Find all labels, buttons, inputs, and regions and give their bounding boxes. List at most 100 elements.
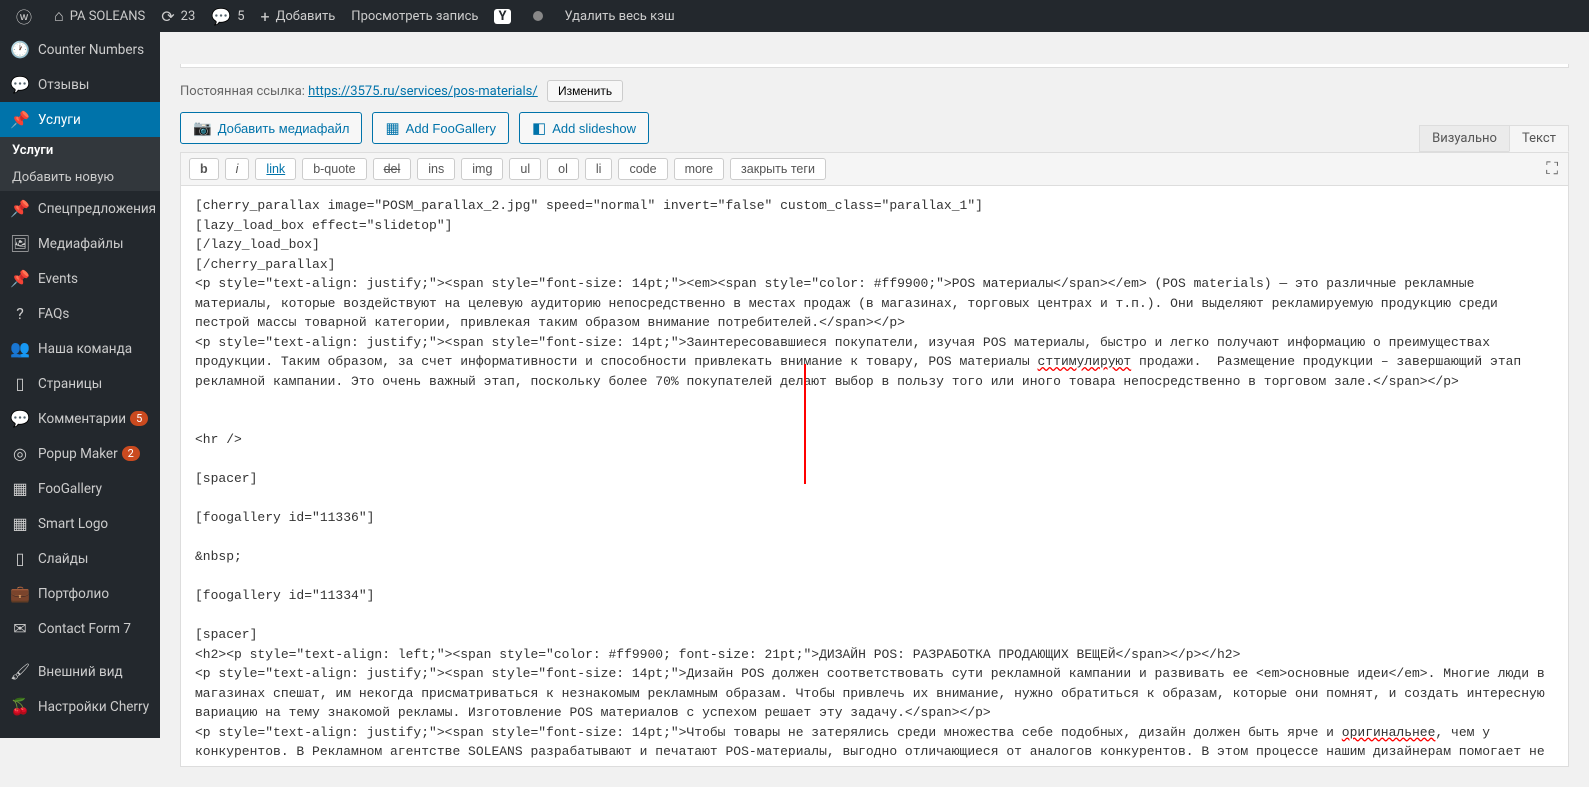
sidebar-label: Медиафайлы [38,236,123,252]
sidebar-label: Настройки Cherry [38,699,149,715]
sidebar-item-smartlogo[interactable]: ▦ Smart Logo [0,506,160,541]
sidebar-item-comments[interactable]: 💬 Комментарии 5 [0,401,160,436]
sidebar-item-pages[interactable]: ▯ Страницы [0,366,160,401]
pin-icon: 📌 [10,269,30,288]
sidebar-item-services[interactable]: 📌 Услуги [0,102,160,137]
clear-cache-link[interactable]: Удалить весь кэш [557,0,683,32]
qt-more[interactable]: more [674,158,724,180]
qt-b[interactable]: b [189,158,219,180]
add-foogallery-button[interactable]: ▦ Add FooGallery [372,112,509,144]
site-name-link[interactable]: ⌂PA SOLEANS [46,0,153,32]
qt-close[interactable]: закрыть теги [730,158,826,180]
sidebar-item-events[interactable]: 📌Events [0,261,160,296]
qt-bquote[interactable]: b-quote [302,158,366,180]
sidebar-item-appearance[interactable]: 🖌 Внешний вид [0,654,160,689]
sidebar-label: Страницы [38,376,102,392]
qt-i[interactable]: i [225,158,250,180]
sidebar-item-media[interactable]: 🖼 Медиафайлы [0,226,160,261]
sidebar-item-popup[interactable]: ◎Popup Maker2 [0,436,160,471]
qt-del[interactable]: del [373,158,412,180]
qt-li[interactable]: li [585,158,613,180]
media-buttons: 📷Добавить медиафайл ▦ Add FooGallery ◧Add… [180,112,649,144]
view-post-link[interactable]: Просмотреть запись [343,0,486,32]
yoast-link[interactable]: Y [486,0,518,32]
sidebar-sub-all[interactable]: Услуги [0,137,160,164]
edit-permalink-button[interactable]: Изменить [547,80,623,102]
add-slideshow-button[interactable]: ◧Add slideshow [519,112,649,144]
distraction-free-toggle[interactable]: ⛶ [1546,159,1558,179]
logo-icon: ▦ [10,514,30,533]
sidebar-item-faqs[interactable]: ? FAQs [0,296,160,331]
qt-ul[interactable]: ul [509,158,541,180]
qt-ol[interactable]: ol [547,158,579,180]
btn-label: Add FooGallery [406,121,496,136]
admin-sidebar: 🕐Counter Numbers 💬Отзывы 📌Услуги Услуги … [0,32,160,738]
sidebar-label: Counter Numbers [38,42,144,58]
editor-tabs: Визуально Текст [1420,125,1569,153]
brush-icon: 🖌 [10,662,30,681]
popup-icon: ◎ [10,444,30,463]
tab-visual[interactable]: Визуально [1419,125,1510,152]
sidebar-label: FAQs [38,306,69,322]
qt-img[interactable]: img [461,158,503,180]
add-new-link[interactable]: +Добавить [253,0,344,32]
camera-icon: 📷 [193,119,212,137]
sidebar-item-reviews[interactable]: 💬Отзывы [0,67,160,102]
clear-cache-label: Удалить весь кэш [565,9,675,24]
sidebar-label: Smart Logo [38,516,108,532]
qt-link[interactable]: link [255,158,296,180]
media-icon: 🖼 [10,234,30,253]
mail-icon: ✉ [10,619,30,638]
counter-icon: 🕐 [10,40,30,59]
add-media-button[interactable]: 📷Добавить медиафайл [180,112,362,144]
admin-topbar: ⓦ ⌂PA SOLEANS ⟳23 💬5 +Добавить Просмотре… [0,0,1589,32]
wp-logo[interactable]: ⓦ [8,0,46,32]
sidebar-sub-label: Услуги [12,143,53,158]
page-icon: ▯ [10,374,30,393]
tab-text[interactable]: Текст [1509,125,1569,152]
help-icon: ? [10,304,30,323]
sidebar-label: Услуги [38,112,81,128]
sidebar-item-specials[interactable]: 📌Спецпредложения [0,191,160,226]
users-icon: 👥 [10,339,30,358]
sidebar-item-contact[interactable]: ✉ Contact Form 7 [0,611,160,646]
sidebar-item-foogallery[interactable]: ▦ FooGallery [0,471,160,506]
comment-icon: 💬 [10,409,30,428]
sidebar-item-team[interactable]: 👥Наша команда [0,331,160,366]
sidebar-label: Contact Form 7 [38,621,131,637]
sidebar-item-cherry[interactable]: 🍒Настройки Cherry [0,689,160,724]
sidebar-label: Портфолио [38,586,109,602]
pin-icon: 📌 [10,199,30,218]
pin-icon: 📌 [10,110,30,129]
sidebar-label: Отзывы [38,77,89,93]
slideshow-icon: ◧ [532,119,546,137]
cache-indicator[interactable] [519,0,557,32]
comments-link[interactable]: 💬5 [203,0,252,32]
add-new-label: Добавить [276,9,336,24]
qt-code[interactable]: code [618,158,667,180]
main-content: Постоянная ссылка: https://3575.ru/servi… [160,64,1589,787]
sidebar-sub-add[interactable]: Добавить новую [0,164,160,191]
sidebar-item-portfolio[interactable]: 💼 Портфолио [0,576,160,611]
permalink-url[interactable]: https://3575.ru/services/pos-materials/ [308,84,538,99]
sidebar-item-counter[interactable]: 🕐 Counter Numbers [0,32,160,67]
sidebar-label: Слайды [38,551,88,567]
updates-count: 23 [181,9,196,24]
portfolio-icon: 💼 [10,584,30,603]
permalink-row: Постоянная ссылка: https://3575.ru/servi… [180,70,1569,112]
comments-badge: 5 [130,411,148,426]
quicktags-toolbar: b i link b-quote del ins img ul ol li co… [181,153,1568,186]
sidebar-item-slides[interactable]: ▯ Слайды [0,541,160,576]
gallery-icon: ▦ [385,119,399,137]
popup-badge: 2 [122,446,140,461]
qt-ins[interactable]: ins [417,158,455,180]
view-post-label: Просмотреть запись [351,9,478,24]
updates-link[interactable]: ⟳23 [153,0,203,32]
editor-textarea[interactable]: [cherry_parallax image="POSM_parallax_2.… [181,186,1568,766]
sidebar-label: FooGallery [38,481,102,497]
sidebar-label: Внешний вид [38,664,123,680]
gallery-icon: ▦ [10,479,30,498]
comments-count: 5 [237,9,244,24]
sidebar-label: Комментарии [38,411,126,427]
slides-icon: ▯ [10,549,30,568]
